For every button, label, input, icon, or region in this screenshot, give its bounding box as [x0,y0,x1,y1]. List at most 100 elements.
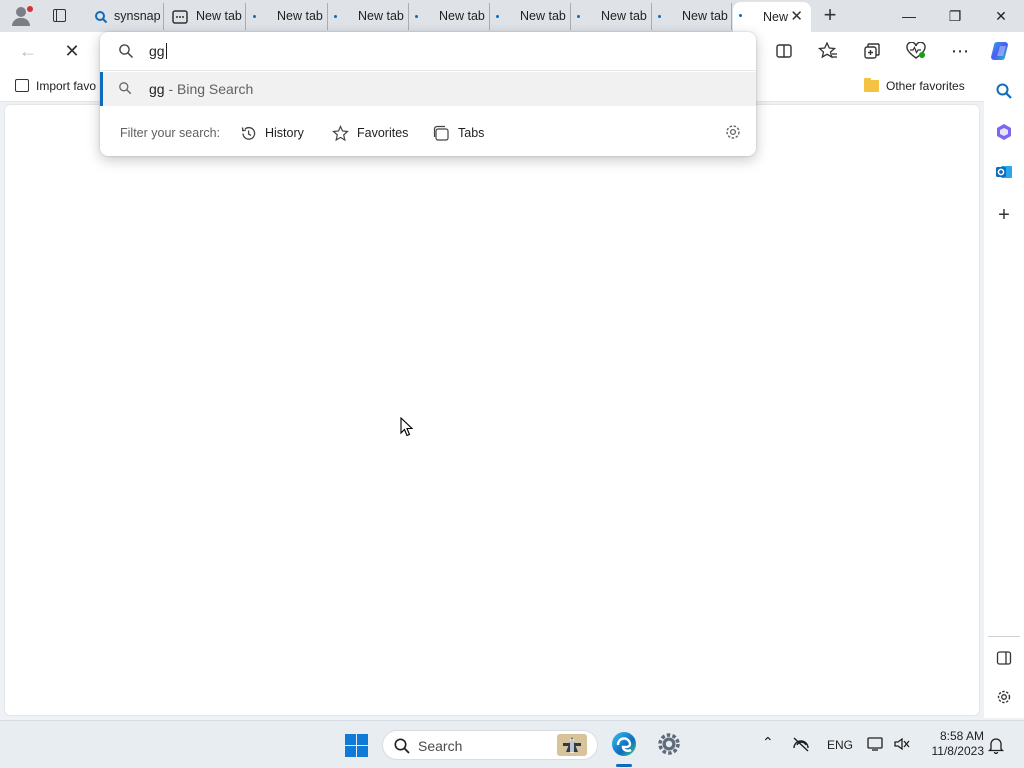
other-favorites-label: Other favorites [886,79,965,93]
address-input-text: gg [149,43,165,59]
search-settings-gear-icon[interactable] [724,123,742,141]
tab-actions-icon[interactable] [48,5,72,27]
page-content[interactable] [4,104,980,716]
system-clock[interactable]: 8:58 AM 11/8/2023 [916,729,985,759]
tab-new-tab[interactable]: New tab [571,3,652,30]
tab-label: New tab [196,9,242,23]
filter-history-button[interactable]: History [240,123,304,143]
settings-gear-icon[interactable] [656,731,682,757]
tab-label: New tab [601,9,647,23]
tab-new-tab[interactable]: New tab [247,3,328,30]
import-favorites-link[interactable]: Import favo [12,77,96,95]
import-favorites-label: Import favo [36,79,97,93]
tab-label: New tab [277,9,323,23]
suggestion-query: gg [149,81,165,97]
profile-icon[interactable] [8,4,36,28]
other-favorites-folder[interactable]: Other favorites [862,77,965,95]
selection-accent [100,72,103,106]
notification-bell-icon[interactable] [988,736,1004,754]
import-icon [15,79,29,92]
tab-synsnap[interactable]: synsnap [84,3,164,30]
heart-pulse-icon [906,41,926,59]
stop-loading-button[interactable]: ✕ [58,37,86,65]
sidebar-search-button[interactable] [990,77,1018,105]
display-icon[interactable] [866,736,886,752]
address-bar-dropdown: gg gg - Bing Search Filter your search: … [100,32,756,156]
new-tab-button[interactable]: + [818,4,842,28]
tab-label: New tab [520,9,566,23]
tab-new-tab[interactable]: New tab [166,3,246,30]
tabs-icon [433,125,449,141]
dot-icon [496,15,499,18]
copilot-icon [991,42,1008,60]
dropdown-divider [100,70,756,71]
clock-date: 11/8/2023 [931,744,985,758]
new-tab-icon [172,10,188,24]
text-caret [165,43,167,59]
tab-label: New tab [439,9,485,23]
more-options-button[interactable]: ⋯ [946,37,974,65]
tab-new-tab[interactable]: New tab [328,3,409,30]
browser-essentials-button[interactable] [902,37,930,65]
close-window-button[interactable]: ✕ [978,0,1024,32]
sidebar-outlook-button[interactable] [990,158,1018,186]
search-icon [119,44,134,59]
star-icon [332,125,349,142]
windows-start-icon[interactable] [345,734,368,757]
volume-muted-icon[interactable] [893,736,911,752]
close-tab-icon[interactable]: ✕ [790,2,803,32]
network-offline-icon[interactable] [791,736,811,752]
filter-label: Filter your search: [120,126,221,140]
search-highlight-thumbnail-icon [557,734,587,756]
dot-icon [415,15,418,18]
show-hidden-icons-chevron-icon[interactable]: ⌃ [762,734,774,750]
windows-taskbar: Search ⌃ ENG 8:58 AM 11/8/2023 [0,720,1024,768]
filter-favorites-button[interactable]: Favorites [332,123,408,143]
sidebar-panel-icon [996,651,1012,665]
search-icon [119,82,132,95]
tab-label: synsnap [114,9,161,23]
address-input[interactable]: gg [149,42,167,60]
dot-icon [253,15,256,18]
gear-icon [997,690,1011,704]
tab-label: New tab [358,9,404,23]
history-icon [241,126,256,140]
clock-time: 8:58 AM [939,729,984,743]
sidebar-settings-button[interactable] [990,683,1018,711]
tab-active[interactable]: New ✕ [733,2,811,32]
m365-icon [997,124,1011,140]
taskbar-search-box[interactable]: Search [382,730,598,760]
language-indicator[interactable]: ENG [827,737,853,753]
tab-new-tab[interactable]: New tab [490,3,571,30]
taskbar-search-label: Search [418,738,463,754]
suggestion-engine: - Bing Search [164,81,254,97]
sidebar-add-button[interactable]: + [990,201,1018,229]
edge-sidebar: + [984,70,1024,718]
search-icon [996,83,1012,99]
search-icon [95,11,108,24]
split-screen-icon [776,44,792,58]
tab-label: New tab [682,9,728,23]
restore-button[interactable]: ❐ [932,0,978,32]
filter-history-label: History [265,126,304,140]
outlook-icon [996,166,1012,178]
filter-favorites-label: Favorites [357,126,409,140]
suggestion-item[interactable]: gg - Bing Search [100,72,756,106]
collections-icon [864,43,880,59]
tab-new-tab[interactable]: New tab [409,3,490,30]
sidebar-copilot-button[interactable] [990,118,1018,146]
tab-label: New [763,10,789,24]
dot-icon [739,14,742,17]
folder-icon [864,78,879,92]
edge-browser-icon[interactable] [611,731,637,757]
filter-tabs-button[interactable]: Tabs [433,123,484,143]
hide-sidebar-button[interactable] [990,644,1018,672]
split-screen-button[interactable] [770,37,798,65]
favorites-button[interactable] [814,37,842,65]
tab-new-tab[interactable]: New tab [652,3,732,30]
back-button[interactable]: ← [14,37,42,65]
minimize-button[interactable]: — [886,0,932,32]
mouse-cursor-icon [400,417,414,437]
collections-button[interactable] [858,37,886,65]
copilot-button[interactable] [988,37,1016,65]
